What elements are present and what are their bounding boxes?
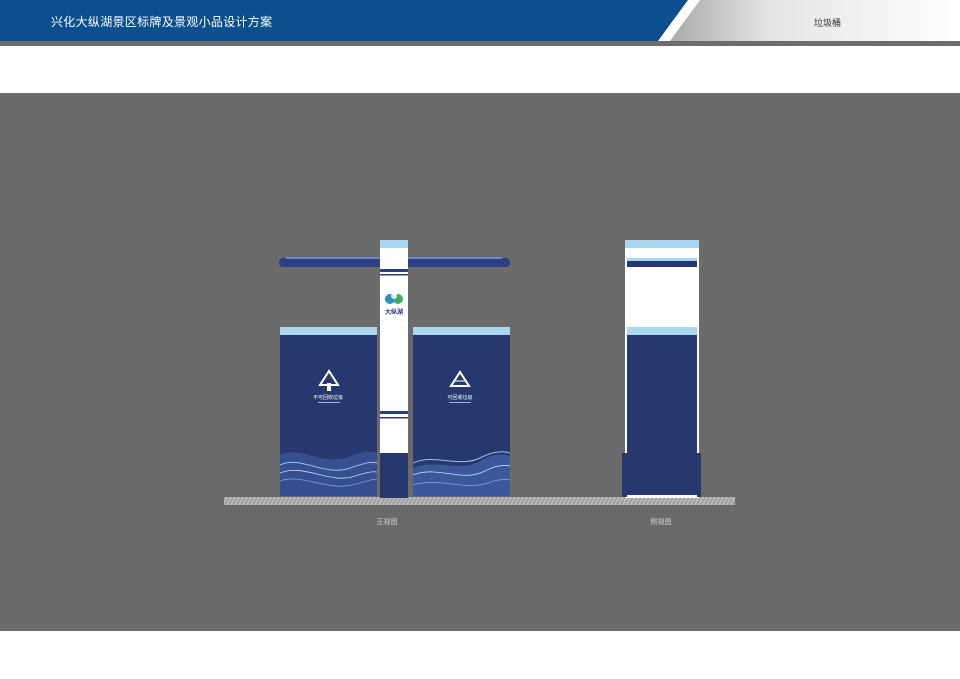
page-header: 兴化大纵湖景区标牌及景观小品设计方案 垃圾桶 [0, 0, 960, 46]
right-bin-label: 可回收垃圾 [447, 394, 472, 401]
right-bin-sublabel-line [449, 402, 471, 403]
center-post: 大纵湖 [380, 240, 408, 498]
front-view: 不可回收垃圾 可回收垃圾 大纵湖 [279, 240, 510, 498]
right-bin: 可回收垃圾 [413, 327, 510, 496]
side-view [622, 240, 701, 498]
logo-text: 大纵湖 [385, 308, 403, 316]
left-bin-label: 不可回收垃圾 [313, 394, 343, 401]
ground-line [224, 497, 735, 505]
document-title: 兴化大纵湖景区标牌及景观小品设计方案 [51, 15, 273, 29]
drawing-panel: 不可回收垃圾 可回收垃圾 大纵湖 正视图 侧视图 [0, 93, 960, 631]
header-divider [0, 41, 960, 46]
left-bin-sublabel-line [318, 402, 340, 403]
side-view-label: 侧视图 [650, 519, 672, 526]
left-bin: 不可回收垃圾 [280, 327, 377, 496]
trash-bin-drawing: 不可回收垃圾 可回收垃圾 大纵湖 [224, 240, 735, 505]
section-title: 垃圾桶 [814, 18, 842, 28]
front-view-label: 正视图 [376, 519, 398, 526]
